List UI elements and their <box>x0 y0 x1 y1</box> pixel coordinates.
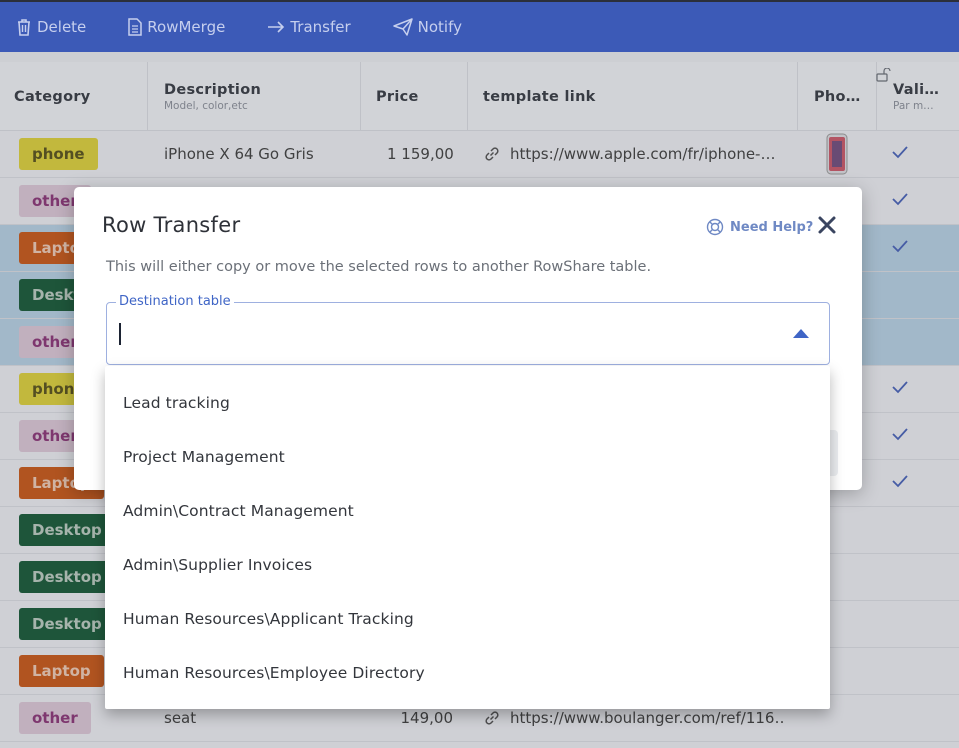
transfer-label: Transfer <box>290 18 351 36</box>
delete-label: Delete <box>37 18 87 36</box>
option-supplier-invoices[interactable]: Admin\Supplier Invoices <box>105 538 830 592</box>
option-lead-tracking[interactable]: Lead tracking <box>105 376 830 430</box>
notify-button[interactable]: Notify <box>392 2 462 52</box>
paper-plane-icon <box>392 18 413 36</box>
delete-button[interactable]: Delete <box>16 2 86 52</box>
toolbar: Delete RowMerge Transfer Notify <box>0 0 959 52</box>
lifebuoy-icon <box>706 218 724 236</box>
destination-table-select[interactable]: Destination table <box>106 294 830 365</box>
destination-table-label: Destination table <box>116 294 234 309</box>
text-cursor <box>119 323 121 345</box>
trash-icon <box>18 19 30 36</box>
transfer-button[interactable]: Transfer <box>267 2 351 52</box>
close-icon[interactable] <box>817 215 837 235</box>
option-contract-management[interactable]: Admin\Contract Management <box>105 484 830 538</box>
option-employee-directory[interactable]: Human Resources\Employee Directory <box>105 646 830 700</box>
notify-label: Notify <box>417 18 462 36</box>
need-help-link[interactable]: Need Help? <box>706 218 813 236</box>
destination-table-options: Lead tracking Project Management Admin\C… <box>105 366 830 709</box>
dialog-title: Row Transfer <box>102 213 241 237</box>
help-label: Need Help? <box>730 219 814 235</box>
arrow-right-icon <box>268 21 285 33</box>
rowmerge-label: RowMerge <box>147 18 226 36</box>
document-icon <box>128 18 143 36</box>
chevron-up-icon[interactable] <box>793 329 809 338</box>
dialog-description: This will either copy or move the select… <box>106 259 652 275</box>
option-project-management[interactable]: Project Management <box>105 430 830 484</box>
option-applicant-tracking[interactable]: Human Resources\Applicant Tracking <box>105 592 830 646</box>
destination-table-input[interactable] <box>123 319 763 349</box>
rowmerge-button[interactable]: RowMerge <box>128 2 225 52</box>
